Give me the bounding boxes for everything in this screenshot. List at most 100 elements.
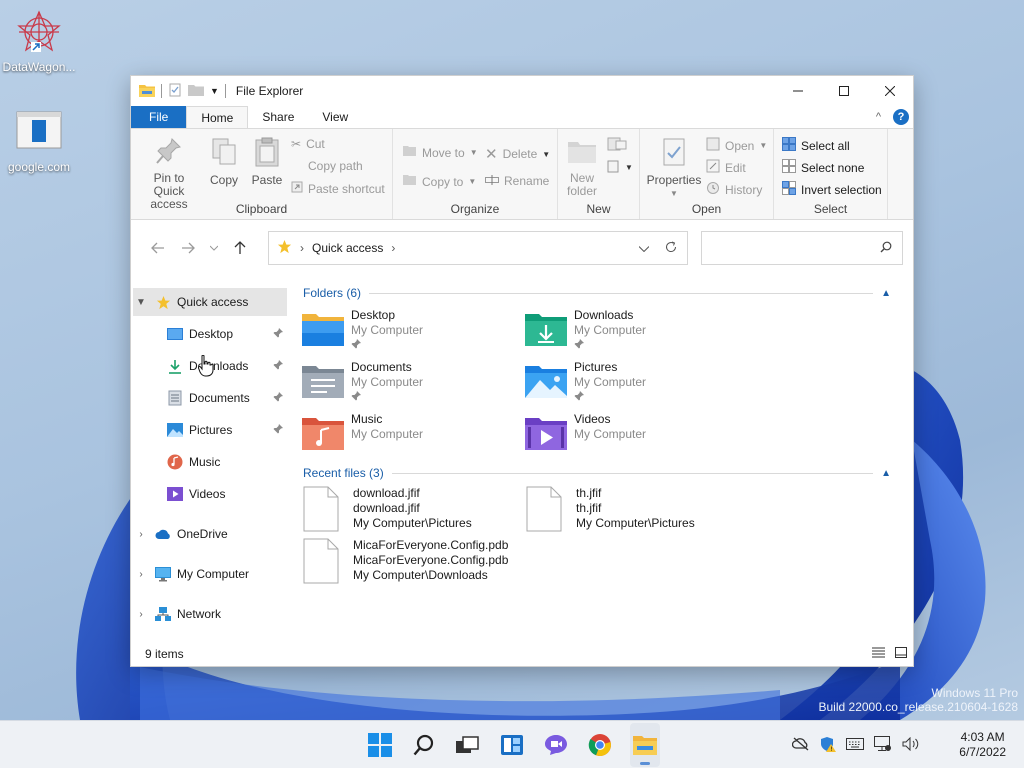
security-warning-icon[interactable]: ! bbox=[820, 736, 836, 755]
open-button[interactable]: Open ▼ bbox=[706, 137, 767, 154]
collapse-section-chevron-icon[interactable]: ▲ bbox=[881, 288, 891, 299]
properties-icon[interactable] bbox=[168, 83, 182, 100]
collapsed-chevron-icon[interactable]: › bbox=[133, 569, 149, 580]
collapse-ribbon-icon[interactable]: ^ bbox=[876, 111, 881, 123]
sidebar-item-my-computer[interactable]: › My Computer bbox=[133, 560, 287, 588]
maximize-button[interactable] bbox=[821, 76, 867, 106]
sidebar-item-documents[interactable]: Documents bbox=[133, 384, 287, 412]
pin-icon[interactable] bbox=[273, 423, 283, 437]
generic-file-icon bbox=[303, 486, 339, 532]
refresh-icon[interactable] bbox=[665, 241, 677, 256]
breadcrumb-separator-icon[interactable]: › bbox=[391, 241, 395, 255]
rename-button[interactable]: Rename bbox=[485, 174, 549, 188]
sidebar-item-pictures[interactable]: Pictures bbox=[133, 416, 287, 444]
recent-file-micaforeveryone-config[interactable]: MicaForEveryone.Config.pdb MicaForEveryo… bbox=[303, 538, 603, 586]
pin-to-quick-access-button[interactable]: Pin to Quick access bbox=[137, 137, 201, 211]
edit-button[interactable]: Edit bbox=[706, 159, 746, 176]
recent-locations-button[interactable] bbox=[203, 233, 225, 263]
sidebar-item-onedrive[interactable]: › OneDrive bbox=[133, 520, 287, 548]
back-button[interactable] bbox=[143, 233, 173, 263]
section-title: Recent files (3) bbox=[303, 466, 384, 480]
sidebar-item-label: My Computer bbox=[177, 567, 250, 581]
new-folder-icon[interactable] bbox=[188, 83, 204, 100]
sidebar-item-desktop[interactable]: Desktop bbox=[133, 320, 287, 348]
keyboard-icon[interactable] bbox=[846, 738, 864, 753]
group-label: Organize bbox=[450, 202, 500, 216]
folder-tile-videos[interactable]: Videos My Computer bbox=[524, 412, 744, 462]
paste-button[interactable]: Paste bbox=[248, 137, 286, 187]
properties-button[interactable]: Properties ▼ bbox=[646, 137, 702, 200]
pin-icon[interactable] bbox=[273, 359, 283, 373]
title-bar[interactable]: ▼ File Explorer bbox=[131, 76, 913, 106]
invert-selection-icon bbox=[782, 181, 796, 198]
recent-file-download-jfif[interactable]: download.jfif download.jfif My Computer\… bbox=[303, 486, 523, 534]
new-folder-button[interactable]: New folder bbox=[564, 137, 600, 198]
collapse-section-chevron-icon[interactable]: ▲ bbox=[881, 468, 891, 479]
select-all-button[interactable]: Select all bbox=[782, 137, 850, 154]
folders-section-header[interactable]: Folders (6) ▲ bbox=[303, 286, 891, 300]
videos-folder-icon bbox=[524, 412, 568, 452]
new-item-button[interactable] bbox=[606, 137, 628, 154]
sidebar-item-videos[interactable]: Videos bbox=[133, 480, 287, 508]
pin-icon[interactable] bbox=[273, 327, 283, 341]
cut-button[interactable]: ✂ Cut bbox=[291, 137, 325, 151]
chat-button[interactable] bbox=[542, 731, 570, 759]
minimize-button[interactable] bbox=[775, 76, 821, 106]
copy-to-button[interactable]: Copy to ▼ bbox=[403, 174, 476, 189]
up-button[interactable] bbox=[225, 233, 255, 263]
customize-toolbar-icon[interactable]: ▼ bbox=[210, 86, 219, 96]
collapsed-chevron-icon[interactable]: › bbox=[133, 529, 149, 540]
copy-button[interactable]: Copy bbox=[207, 137, 241, 187]
tab-view[interactable]: View bbox=[308, 106, 362, 128]
expanded-chevron-icon[interactable]: ▼ bbox=[133, 297, 149, 308]
network-status-icon[interactable] bbox=[874, 736, 892, 755]
folder-tile-documents[interactable]: Documents My Computer bbox=[301, 360, 521, 410]
large-icons-view-icon[interactable] bbox=[895, 647, 907, 661]
folder-tile-desktop[interactable]: Desktop My Computer bbox=[301, 308, 521, 358]
details-view-icon[interactable] bbox=[872, 647, 885, 661]
widgets-button[interactable] bbox=[498, 731, 526, 759]
taskbar-clock[interactable]: 4:03 AM 6/7/2022 bbox=[959, 730, 1006, 760]
copy-path-button[interactable]: Copy path bbox=[291, 159, 363, 173]
select-all-icon bbox=[782, 137, 796, 154]
start-button[interactable] bbox=[366, 731, 394, 759]
select-none-button[interactable]: Select none bbox=[782, 159, 864, 176]
dropdown-caret-icon: ▼ bbox=[759, 141, 768, 150]
recent-files-section-header[interactable]: Recent files (3) ▲ bbox=[303, 466, 891, 480]
sidebar-item-quick-access[interactable]: ▼ Quick access bbox=[133, 288, 287, 316]
paste-shortcut-button[interactable]: Paste shortcut bbox=[291, 181, 385, 196]
collapsed-chevron-icon[interactable]: › bbox=[133, 609, 149, 620]
forward-button[interactable] bbox=[173, 233, 203, 263]
invert-selection-button[interactable]: Invert selection bbox=[782, 181, 882, 198]
file-explorer-taskbar-button[interactable] bbox=[631, 731, 659, 759]
tab-home[interactable]: Home bbox=[186, 106, 249, 128]
address-bar[interactable]: › Quick access › bbox=[268, 231, 688, 265]
tab-share[interactable]: Share bbox=[248, 106, 308, 128]
desktop-icon-datawagon[interactable]: DataWagon... bbox=[0, 8, 79, 74]
task-view-button[interactable] bbox=[453, 731, 481, 759]
search-input[interactable] bbox=[701, 231, 903, 265]
chrome-button[interactable] bbox=[586, 731, 614, 759]
breadcrumb-quick-access[interactable]: Quick access bbox=[312, 241, 383, 255]
history-button[interactable]: History bbox=[706, 181, 762, 198]
desktop-icon-google[interactable]: google.com bbox=[0, 108, 79, 174]
help-icon[interactable]: ? bbox=[893, 109, 909, 125]
delete-button[interactable]: ✕ Delete ▼ bbox=[485, 145, 550, 163]
search-button[interactable] bbox=[410, 731, 438, 759]
move-to-button[interactable]: Move to ▼ bbox=[403, 145, 478, 160]
close-button[interactable] bbox=[867, 76, 913, 106]
folder-tile-pictures[interactable]: Pictures My Computer bbox=[524, 360, 744, 410]
tab-file[interactable]: File bbox=[131, 106, 187, 128]
sidebar-item-music[interactable]: Music bbox=[133, 448, 287, 476]
onedrive-offline-icon[interactable] bbox=[791, 737, 810, 754]
dropdown-caret-icon: ▼ bbox=[469, 148, 478, 157]
volume-icon[interactable] bbox=[902, 736, 920, 754]
pin-icon[interactable] bbox=[273, 391, 283, 405]
folder-tile-downloads[interactable]: Downloads My Computer bbox=[524, 308, 744, 358]
sidebar-item-network[interactable]: › Network bbox=[133, 600, 287, 628]
address-history-chevron-icon[interactable] bbox=[638, 241, 650, 255]
pinned-icon bbox=[351, 390, 423, 405]
easy-access-button[interactable]: ▼ bbox=[606, 159, 633, 176]
recent-file-th-jfif[interactable]: th.jfif th.jfif My Computer\Pictures bbox=[526, 486, 746, 534]
folder-tile-music[interactable]: Music My Computer bbox=[301, 412, 521, 462]
